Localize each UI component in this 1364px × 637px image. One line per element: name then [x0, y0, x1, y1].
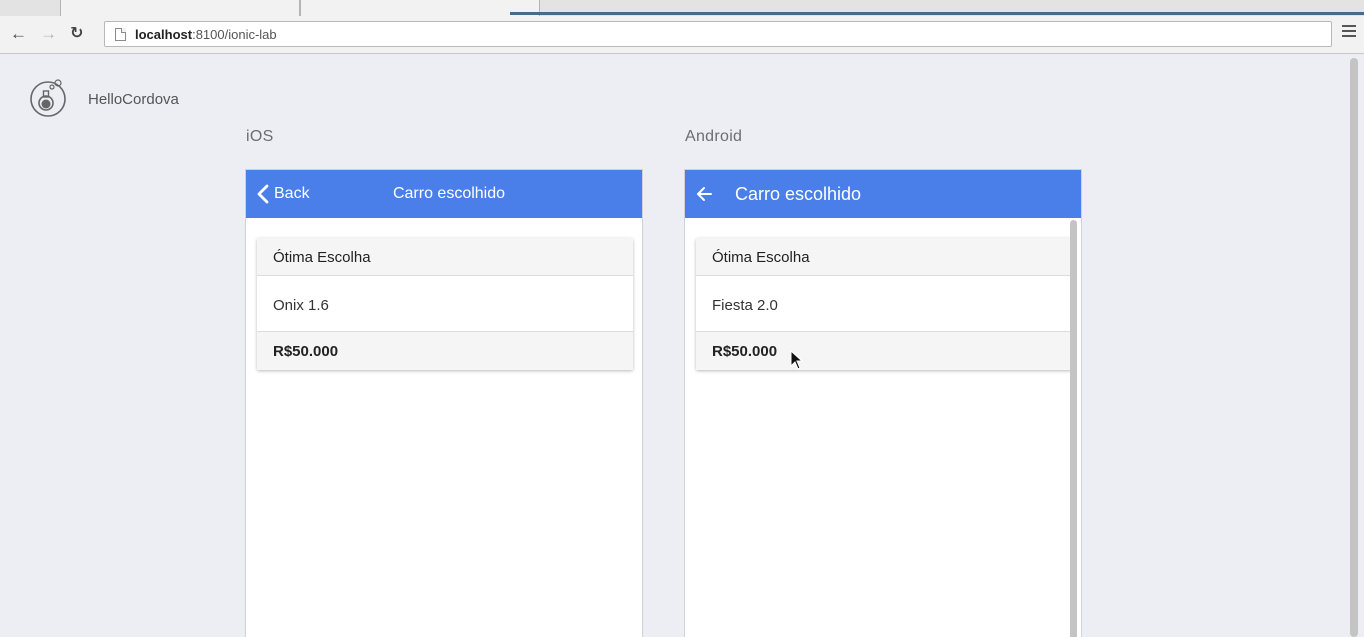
android-scrollbar[interactable]	[1070, 220, 1077, 637]
url-path: :8100/ionic-lab	[192, 27, 277, 42]
ios-card-content: Onix 1.6	[257, 276, 633, 332]
android-card-content: Fiesta 2.0	[696, 276, 1072, 332]
ios-card-footer: R$50.000	[257, 332, 633, 370]
url-text[interactable]: localhost:8100/ionic-lab	[135, 27, 277, 42]
ios-device-frame: Back Carro escolhido Ótima Escolha Onix …	[245, 169, 643, 637]
app-name: HelloCordova	[88, 91, 179, 108]
hamburger-menu-icon[interactable]	[1342, 25, 1356, 37]
ios-platform-label: iOS	[246, 128, 274, 145]
mouse-cursor-icon	[790, 350, 804, 370]
page-icon	[115, 28, 126, 41]
ios-navbar: Back Carro escolhido	[246, 170, 642, 218]
android-card-header: Ótima Escolha	[696, 238, 1072, 276]
ios-page-title: Carro escolhido	[392, 185, 506, 202]
browser-toolbar: ← → ↻ localhost:8100/ionic-lab	[0, 16, 1364, 54]
android-platform-label: Android	[685, 128, 743, 145]
page-scrollbar[interactable]	[1350, 58, 1358, 637]
arrow-left-icon[interactable]: ←	[10, 24, 27, 44]
tab-strip-accent	[510, 12, 1364, 15]
browser-tab[interactable]	[300, 0, 540, 16]
address-bar[interactable]: localhost:8100/ionic-lab	[104, 21, 1332, 47]
arrow-left-icon[interactable]	[695, 184, 715, 204]
browser-tab[interactable]	[60, 0, 300, 16]
tab-strip	[0, 0, 1364, 16]
reload-icon[interactable]: ↻	[70, 24, 83, 44]
ionic-flask-icon	[30, 79, 66, 117]
ios-card: Ótima Escolha Onix 1.6 R$50.000	[257, 238, 633, 370]
android-card-footer: R$50.000	[696, 332, 1072, 370]
ios-card-header: Ótima Escolha	[257, 238, 633, 276]
url-host: localhost	[135, 27, 193, 42]
android-card: Ótima Escolha Fiesta 2.0 R$50.000	[696, 238, 1072, 370]
arrow-right-icon[interactable]: →	[40, 24, 57, 44]
android-toolbar: Carro escolhido	[685, 170, 1081, 218]
android-page-title: Carro escolhido	[735, 184, 862, 204]
android-device-frame: Carro escolhido Ótima Escolha Fiesta 2.0…	[684, 169, 1082, 637]
